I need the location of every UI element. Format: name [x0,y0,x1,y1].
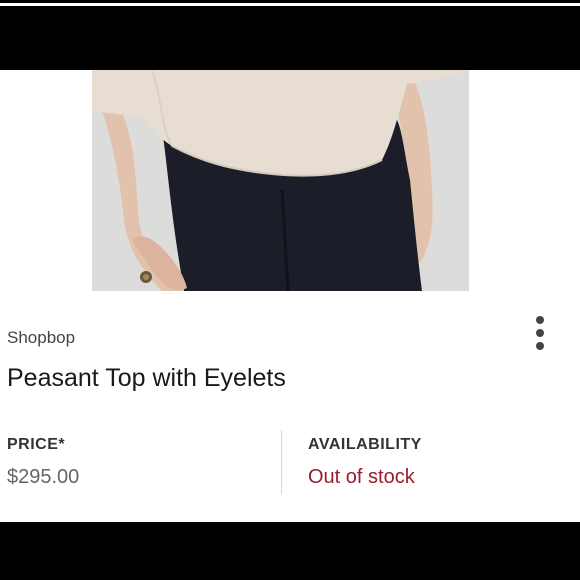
product-photo-illustration [92,70,469,291]
brand-name[interactable]: Shopbop [7,328,75,348]
availability-status: Out of stock [308,466,415,488]
top-divider [0,3,580,6]
product-image[interactable] [92,70,469,291]
price-value: $295.00 [7,466,80,488]
column-divider [281,430,282,494]
product-title: Peasant Top with Eyelets [7,364,286,392]
more-vertical-icon-dot-3 [536,342,544,350]
more-vertical-icon-dot-2 [536,329,544,337]
more-options-button[interactable] [534,316,546,350]
product-card: Shopbop Peasant Top with Eyelets PRICE* … [0,70,580,522]
price-label: PRICE* [7,436,66,453]
more-vertical-icon [536,316,544,324]
availability-label: AVAILABILITY [308,436,422,453]
